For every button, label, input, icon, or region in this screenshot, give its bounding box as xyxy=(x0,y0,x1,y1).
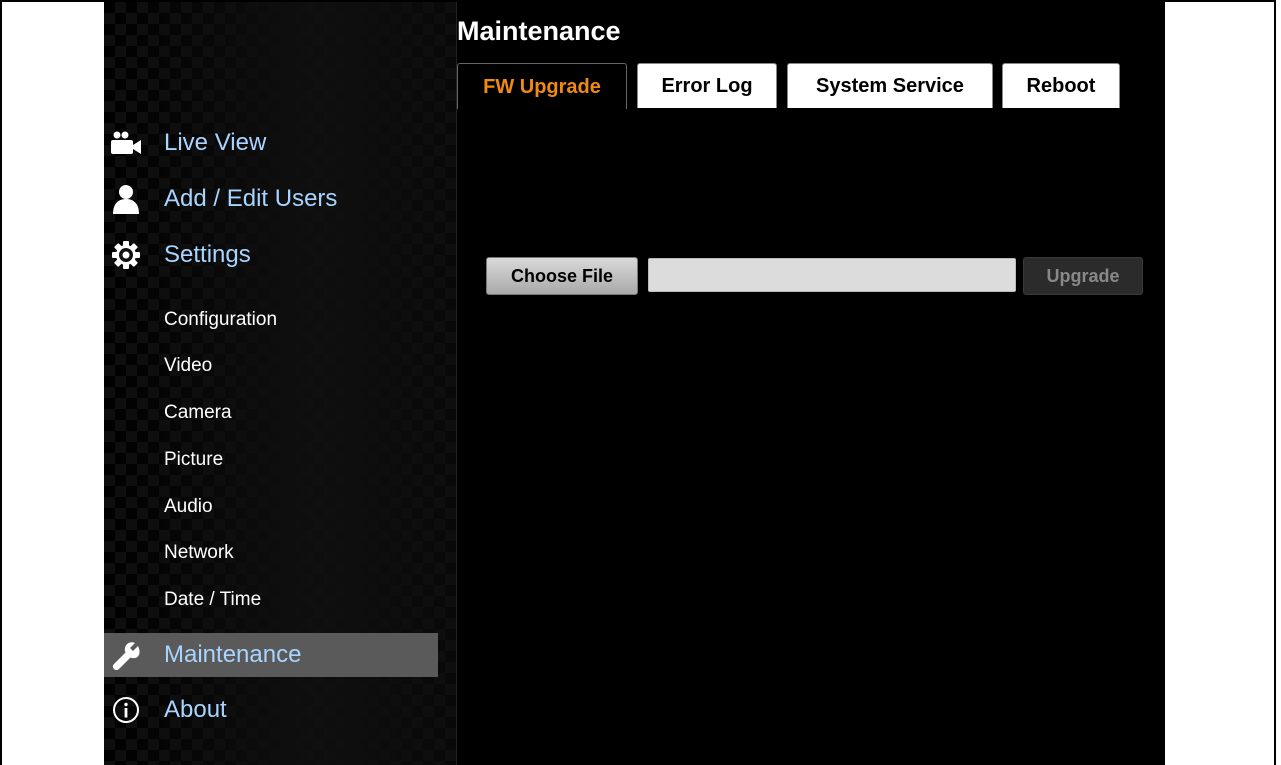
tab-error-log[interactable]: Error Log xyxy=(637,63,777,108)
tab-fw-upgrade[interactable]: FW Upgrade xyxy=(457,63,627,110)
fw-upgrade-panel: Choose File Upgrade xyxy=(457,109,1165,765)
nav-label: About xyxy=(164,696,227,723)
user-icon xyxy=(108,184,144,214)
web-ui: Live View Add / Edit Users Settings Conf… xyxy=(104,2,1165,765)
nav-label: Add / Edit Users xyxy=(164,185,338,212)
nav-label: Maintenance xyxy=(164,641,302,668)
selected-file-field xyxy=(648,258,1016,292)
video-camera-icon xyxy=(108,128,144,158)
gear-icon xyxy=(108,240,144,270)
nav-item-maintenance[interactable]: Maintenance xyxy=(104,633,438,677)
sidebar-item-network[interactable]: Network xyxy=(164,538,234,568)
sidebar-item-configuration[interactable]: Configuration xyxy=(164,305,277,335)
sidebar-item-audio[interactable]: Audio xyxy=(164,492,213,522)
choose-file-button[interactable]: Choose File xyxy=(486,257,638,295)
nav-item-about[interactable]: About xyxy=(104,688,438,732)
sidebar-item-camera[interactable]: Camera xyxy=(164,398,232,428)
sidebar: Live View Add / Edit Users Settings Conf… xyxy=(104,2,457,765)
tab-bar: FW Upgrade Error Log System Service Rebo… xyxy=(457,63,1165,110)
upgrade-button[interactable]: Upgrade xyxy=(1023,257,1143,295)
sidebar-item-video[interactable]: Video xyxy=(164,351,212,381)
wrench-icon xyxy=(108,640,144,670)
nav-item-settings[interactable]: Settings xyxy=(104,233,438,277)
sidebar-item-date-time[interactable]: Date / Time xyxy=(164,585,261,615)
tab-reboot[interactable]: Reboot xyxy=(1002,63,1120,108)
tab-system-service[interactable]: System Service xyxy=(787,63,993,108)
nav-label: Live View xyxy=(164,129,267,156)
sidebar-item-picture[interactable]: Picture xyxy=(164,445,223,475)
nav-label: Settings xyxy=(164,241,251,268)
page-title: Maintenance xyxy=(457,16,621,46)
info-icon xyxy=(108,695,144,725)
nav-item-live-view[interactable]: Live View xyxy=(104,121,438,165)
nav-item-add-edit-users[interactable]: Add / Edit Users xyxy=(104,177,438,221)
